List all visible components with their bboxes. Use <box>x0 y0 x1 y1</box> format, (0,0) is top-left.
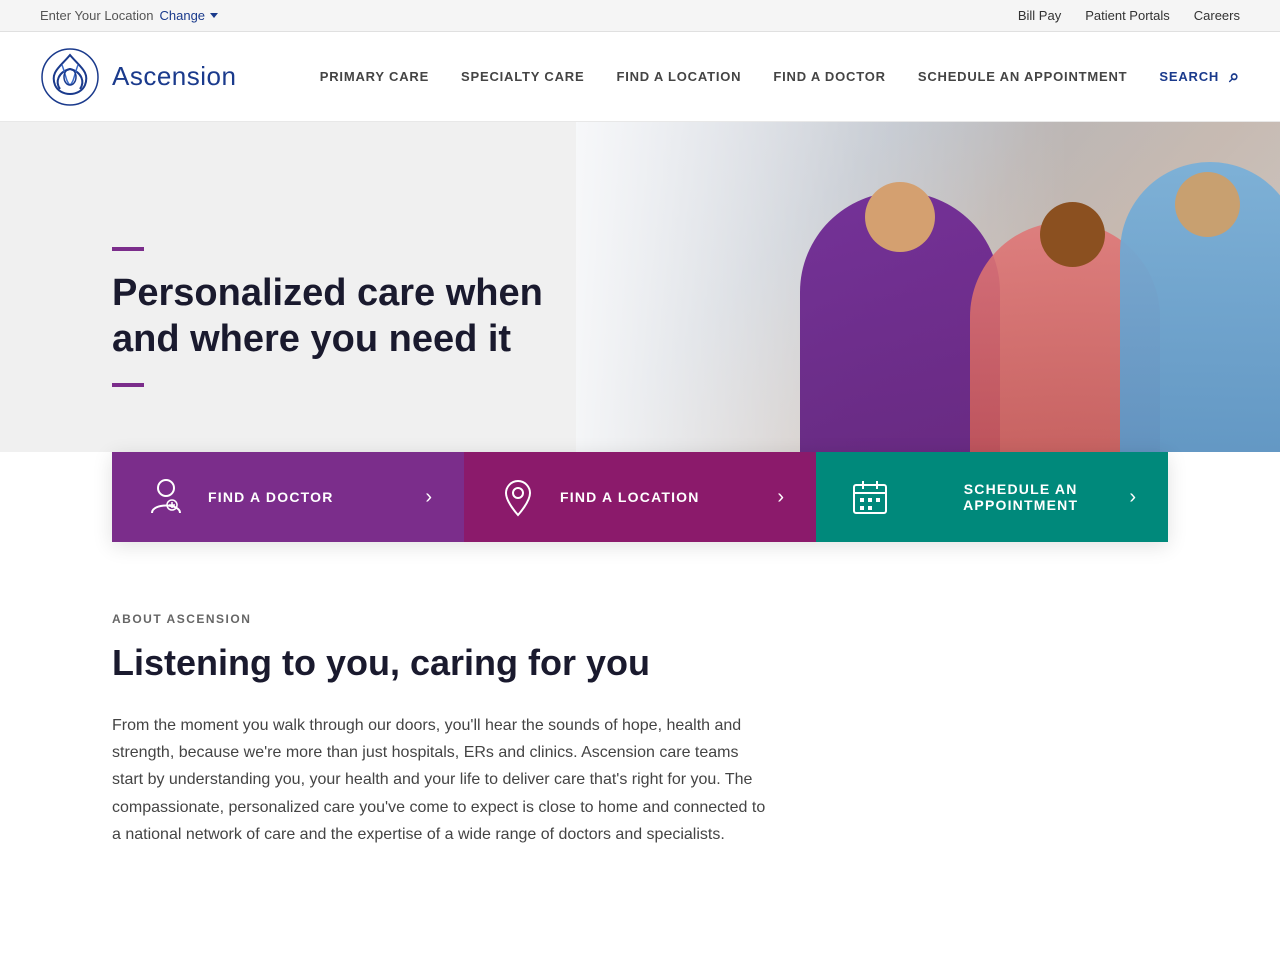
main-nav: PRIMARY CARE SPECIALTY CARE FIND A LOCAT… <box>320 61 1240 92</box>
patient-portals-link[interactable]: Patient Portals <box>1085 8 1170 23</box>
location-label: Enter Your Location <box>40 8 153 23</box>
about-section-label: ABOUT ASCENSION <box>112 612 1168 626</box>
schedule-appointment-arrow: › <box>1129 486 1136 509</box>
bill-pay-link[interactable]: Bill Pay <box>1018 8 1061 23</box>
hero-accent-line-bottom <box>112 383 144 387</box>
schedule-appointment-card-inner: SCHEDULE AN APPOINTMENT <box>848 475 1129 519</box>
nav-find-doctor[interactable]: FIND A DOCTOR <box>773 61 885 92</box>
hero-content: Personalized care when and where you nee… <box>0 247 620 386</box>
careers-link[interactable]: Careers <box>1194 8 1240 23</box>
hero-title: Personalized care when and where you nee… <box>112 271 620 362</box>
top-bar: Enter Your Location Change Bill Pay Pati… <box>0 0 1280 32</box>
schedule-appointment-label: SCHEDULE AN APPOINTMENT <box>912 481 1129 513</box>
ascension-logo-icon <box>40 47 100 107</box>
location-section: Enter Your Location Change <box>40 8 218 23</box>
schedule-appointment-card[interactable]: SCHEDULE AN APPOINTMENT › <box>816 452 1168 542</box>
action-cards-wrapper: FIND A DOCTOR › FIND A LOCATION › <box>0 452 1280 542</box>
doctor-icon <box>144 475 188 519</box>
find-location-label: FIND A LOCATION <box>560 489 700 505</box>
find-location-card-inner: FIND A LOCATION <box>496 475 700 519</box>
nav-schedule-appointment[interactable]: SCHEDULE AN APPOINTMENT <box>918 61 1128 92</box>
calendar-icon <box>848 475 892 519</box>
action-cards: FIND A DOCTOR › FIND A LOCATION › <box>112 452 1168 542</box>
header: Ascension PRIMARY CARE SPECIALTY CARE FI… <box>0 32 1280 122</box>
find-doctor-card[interactable]: FIND A DOCTOR › <box>112 452 464 542</box>
search-link[interactable]: SEARCH ⌕ <box>1159 66 1240 87</box>
change-location-link[interactable]: Change <box>159 8 218 23</box>
find-location-card[interactable]: FIND A LOCATION › <box>464 452 816 542</box>
nav-find-location[interactable]: FIND A LOCATION <box>616 61 741 92</box>
chevron-down-icon <box>210 13 218 18</box>
hero-accent-line-top <box>112 247 144 251</box>
nav-specialty-care[interactable]: SPECIALTY CARE <box>461 61 584 92</box>
search-label: SEARCH <box>1159 69 1219 84</box>
about-body-text: From the moment you walk through our doo… <box>112 712 772 848</box>
location-icon <box>496 475 540 519</box>
logo-text: Ascension <box>112 61 236 92</box>
search-icon: ⌕ <box>1229 66 1240 87</box>
find-doctor-label: FIND A DOCTOR <box>208 489 334 505</box>
top-bar-links: Bill Pay Patient Portals Careers <box>1018 8 1240 23</box>
logo-link[interactable]: Ascension <box>40 47 236 107</box>
find-doctor-arrow: › <box>425 486 432 509</box>
find-location-arrow: › <box>777 486 784 509</box>
find-doctor-card-inner: FIND A DOCTOR <box>144 475 334 519</box>
nav-primary-care[interactable]: PRIMARY CARE <box>320 61 429 92</box>
about-title: Listening to you, caring for you <box>112 642 1168 684</box>
about-section: ABOUT ASCENSION Listening to you, caring… <box>0 542 1280 888</box>
